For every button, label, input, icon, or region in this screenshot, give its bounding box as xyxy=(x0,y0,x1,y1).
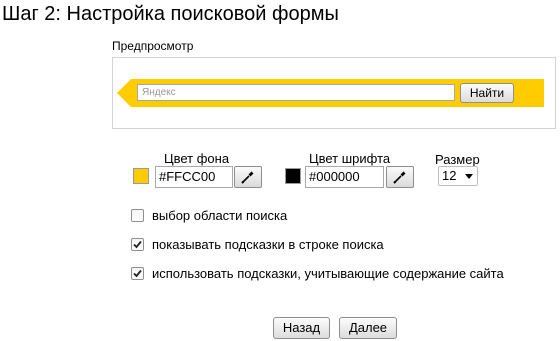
search-area-checkbox[interactable] xyxy=(131,209,144,222)
font-size-select[interactable]: 12 xyxy=(438,166,478,186)
background-color-swatch xyxy=(133,168,149,184)
site-suggest-label: использовать подсказки, учитывающие соде… xyxy=(152,266,504,281)
eyedropper-icon xyxy=(241,171,254,184)
next-button[interactable]: Далее xyxy=(339,317,397,339)
preview-search-button[interactable]: Найти xyxy=(460,83,514,103)
background-color-picker-button[interactable] xyxy=(234,166,262,188)
preview-band-arrow xyxy=(117,79,131,107)
site-suggest-checkbox[interactable] xyxy=(131,267,144,280)
preview-label: Предпросмотр xyxy=(112,39,194,53)
search-area-label: выбор области поиска xyxy=(152,208,288,223)
check-icon xyxy=(133,269,142,278)
font-color-swatch xyxy=(285,168,301,184)
chevron-down-icon xyxy=(465,174,473,179)
back-button[interactable]: Назад xyxy=(273,317,330,339)
font-size-value: 12 xyxy=(442,168,457,183)
suggest-checkbox[interactable] xyxy=(131,238,144,251)
preview-search-input[interactable]: Яндекс xyxy=(137,84,455,101)
background-color-input[interactable]: #FFCC00 xyxy=(155,166,233,188)
check-icon xyxy=(133,240,142,249)
page-title: Шаг 2: Настройка поисковой формы xyxy=(2,3,339,25)
font-color-input[interactable]: #000000 xyxy=(305,166,384,188)
font-color-label: Цвет шрифта xyxy=(309,151,391,166)
eyedropper-icon xyxy=(393,171,406,184)
font-color-picker-button[interactable] xyxy=(386,166,414,188)
suggest-label: показывать подсказки в строке поиска xyxy=(152,237,384,252)
background-color-label: Цвет фона xyxy=(164,151,230,166)
